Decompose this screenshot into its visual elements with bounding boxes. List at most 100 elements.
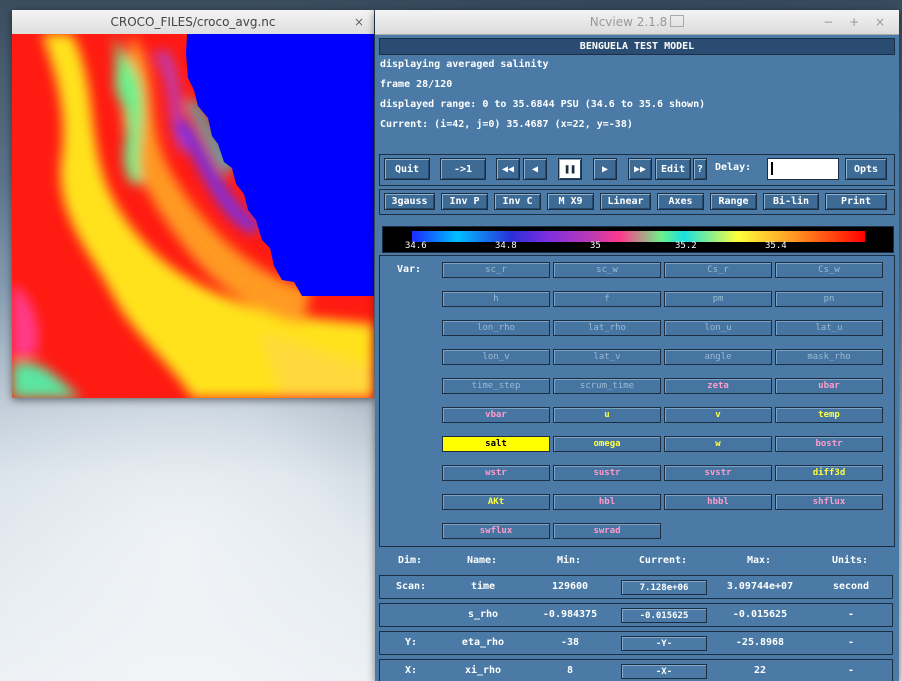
variable-mask-rho-button[interactable]: mask_rho xyxy=(775,349,883,365)
variable-zeta-button[interactable]: zeta xyxy=(664,378,772,394)
delay-slider[interactable] xyxy=(767,158,839,180)
variable-vbar-button[interactable]: vbar xyxy=(442,407,550,423)
variable-lat-u-button[interactable]: lat_u xyxy=(775,320,883,336)
variable-cs-w-button[interactable]: Cs_w xyxy=(775,262,883,278)
option-print-button[interactable]: Print xyxy=(825,193,887,210)
variable-lon-u-button[interactable]: lon_u xyxy=(664,320,772,336)
variable-hbbl-button[interactable]: hbbl xyxy=(664,494,772,510)
colorbar-tick: 35.4 xyxy=(765,241,787,251)
variable-sustr-button[interactable]: sustr xyxy=(553,465,661,481)
help-button[interactable]: ? xyxy=(693,158,707,180)
dim-max-cell: 22 xyxy=(753,665,767,676)
variable-pm-button[interactable]: pm xyxy=(664,291,772,307)
variable-ubar-button[interactable]: ubar xyxy=(775,378,883,394)
dim-header-min: Min: xyxy=(556,555,582,566)
colorbar[interactable]: 34.6 34.8 35 35.2 35.4 xyxy=(382,226,894,253)
variable-time-step-button[interactable]: time_step xyxy=(442,378,550,394)
variable-cs-r-button[interactable]: Cs_r xyxy=(664,262,772,278)
variable-diff3d-button[interactable]: diff3d xyxy=(775,465,883,481)
variable-bostr-button[interactable]: bostr xyxy=(775,436,883,452)
dim-min-cell: -0.984375 xyxy=(542,609,598,620)
info-line-4: Current: (i=42, j=0) 35.4687 (x=22, y=-3… xyxy=(380,119,633,130)
variable-shflux-button[interactable]: shflux xyxy=(775,494,883,510)
step-forward-icon[interactable]: ▶ xyxy=(593,158,617,180)
dim-header-current: Current: xyxy=(638,555,688,566)
first-frame-button[interactable]: ->1 xyxy=(440,158,486,180)
dim-name-cell: eta_rho xyxy=(461,637,505,648)
image-window: CROCO_FILES/croco_avg.nc × xyxy=(12,10,374,398)
dim-current-button[interactable]: -0.015625 xyxy=(621,608,707,623)
variable-f-button[interactable]: f xyxy=(553,291,661,307)
variable-w-button[interactable]: w xyxy=(664,436,772,452)
dim-row-eta-rho: Y: eta_rho -38 -25.8968 - -Y- xyxy=(379,631,893,655)
variable-sc-w-button[interactable]: sc_w xyxy=(553,262,661,278)
dim-row-xi-rho: X: xi_rho 8 22 - -X- xyxy=(379,659,893,681)
dim-row-time: Scan: time 129600 3.09744e+07 second 7.128e+0… xyxy=(379,575,893,599)
option-bilin-button[interactable]: Bi-lin xyxy=(763,193,819,210)
close-icon[interactable]: × xyxy=(354,10,364,34)
step-back-icon[interactable]: ◀ xyxy=(523,158,547,180)
dim-current-button[interactable]: -Y- xyxy=(621,636,707,651)
ncview-titlebar[interactable]: Ncview 2.1.8 − + × xyxy=(375,10,899,35)
option-magnify-button[interactable]: M X9 xyxy=(547,193,594,210)
dim-max-cell: -0.015625 xyxy=(732,609,788,620)
pause-icon[interactable]: ❚❚ xyxy=(558,158,582,180)
variable-v-button[interactable]: v xyxy=(664,407,772,423)
dim-current-button[interactable]: 7.128e+06 xyxy=(621,580,707,595)
variable-lon-v-button[interactable]: lon_v xyxy=(442,349,550,365)
dim-max-cell: -25.8968 xyxy=(735,637,785,648)
colorbar-tick: 35.2 xyxy=(675,241,697,251)
dim-min-cell: 129600 xyxy=(551,581,589,592)
variable-angle-button[interactable]: angle xyxy=(664,349,772,365)
info-line-2: frame 28/120 xyxy=(380,79,453,90)
option-inv-c-button[interactable]: Inv C xyxy=(494,193,541,210)
image-window-titlebar[interactable]: CROCO_FILES/croco_avg.nc × xyxy=(12,10,374,35)
variable-lat-v-button[interactable]: lat_v xyxy=(553,349,661,365)
colorbar-gradient xyxy=(412,231,865,242)
option-3gauss-button[interactable]: 3gauss xyxy=(384,193,435,210)
fast-forward-icon[interactable]: ▶▶ xyxy=(628,158,652,180)
window-controls[interactable]: − + × xyxy=(823,10,891,34)
variable-svstr-button[interactable]: svstr xyxy=(664,465,772,481)
variable-h-button[interactable]: h xyxy=(442,291,550,307)
variable-lon-rho-button[interactable]: lon_rho xyxy=(442,320,550,336)
dim-dim-cell: X: xyxy=(404,665,418,676)
variable-swflux-button[interactable]: swflux xyxy=(442,523,550,539)
option-axes-button[interactable]: Axes xyxy=(657,193,704,210)
rewind-icon[interactable]: ◀◀ xyxy=(496,158,520,180)
ncview-window: Ncview 2.1.8 − + × BENGUELA TEST MODEL d… xyxy=(375,10,899,681)
dim-dim-cell: Scan: xyxy=(395,581,427,592)
dim-name-cell: time xyxy=(470,581,496,592)
variable-temp-button[interactable]: temp xyxy=(775,407,883,423)
dim-units-cell: second xyxy=(832,581,870,592)
edit-button[interactable]: Edit xyxy=(655,158,691,180)
variable-swrad-button[interactable]: swrad xyxy=(553,523,661,539)
opts-button[interactable]: Opts xyxy=(845,158,887,180)
variable-omega-button[interactable]: omega xyxy=(553,436,661,452)
dim-name-cell: s_rho xyxy=(467,609,499,620)
var-label: Var: xyxy=(397,264,422,275)
variable-wstr-button[interactable]: wstr xyxy=(442,465,550,481)
dim-row-s-rho: s_rho -0.984375 -0.015625 - -0.015625 xyxy=(379,603,893,627)
dim-header-row: Dim: Name: Min: Current: Max: Units: xyxy=(379,550,893,574)
dim-current-button[interactable]: -X- xyxy=(621,664,707,679)
delay-cursor xyxy=(771,162,773,175)
variable-pn-button[interactable]: pn xyxy=(775,291,883,307)
variable-hbl-button[interactable]: hbl xyxy=(553,494,661,510)
option-range-button[interactable]: Range xyxy=(710,193,757,210)
quit-button[interactable]: Quit xyxy=(384,158,430,180)
variable-lat-rho-button[interactable]: lat_rho xyxy=(553,320,661,336)
variable-scrum-time-button[interactable]: scrum_time xyxy=(553,378,661,394)
variable-sc-r-button[interactable]: sc_r xyxy=(442,262,550,278)
option-inv-p-button[interactable]: Inv P xyxy=(441,193,488,210)
option-linear-button[interactable]: Linear xyxy=(600,193,651,210)
model-title: BENGUELA TEST MODEL xyxy=(379,38,895,55)
dim-header-dim: Dim: xyxy=(397,555,423,566)
variable-akt-button[interactable]: AKt xyxy=(442,494,550,510)
dim-dim-cell: Y: xyxy=(404,637,418,648)
salinity-map[interactable] xyxy=(12,34,374,398)
colorbar-tick: 35 xyxy=(590,241,601,251)
variable-u-button[interactable]: u xyxy=(553,407,661,423)
variable-salt-button[interactable]: salt xyxy=(442,436,550,452)
dim-dim-cell xyxy=(380,604,442,626)
